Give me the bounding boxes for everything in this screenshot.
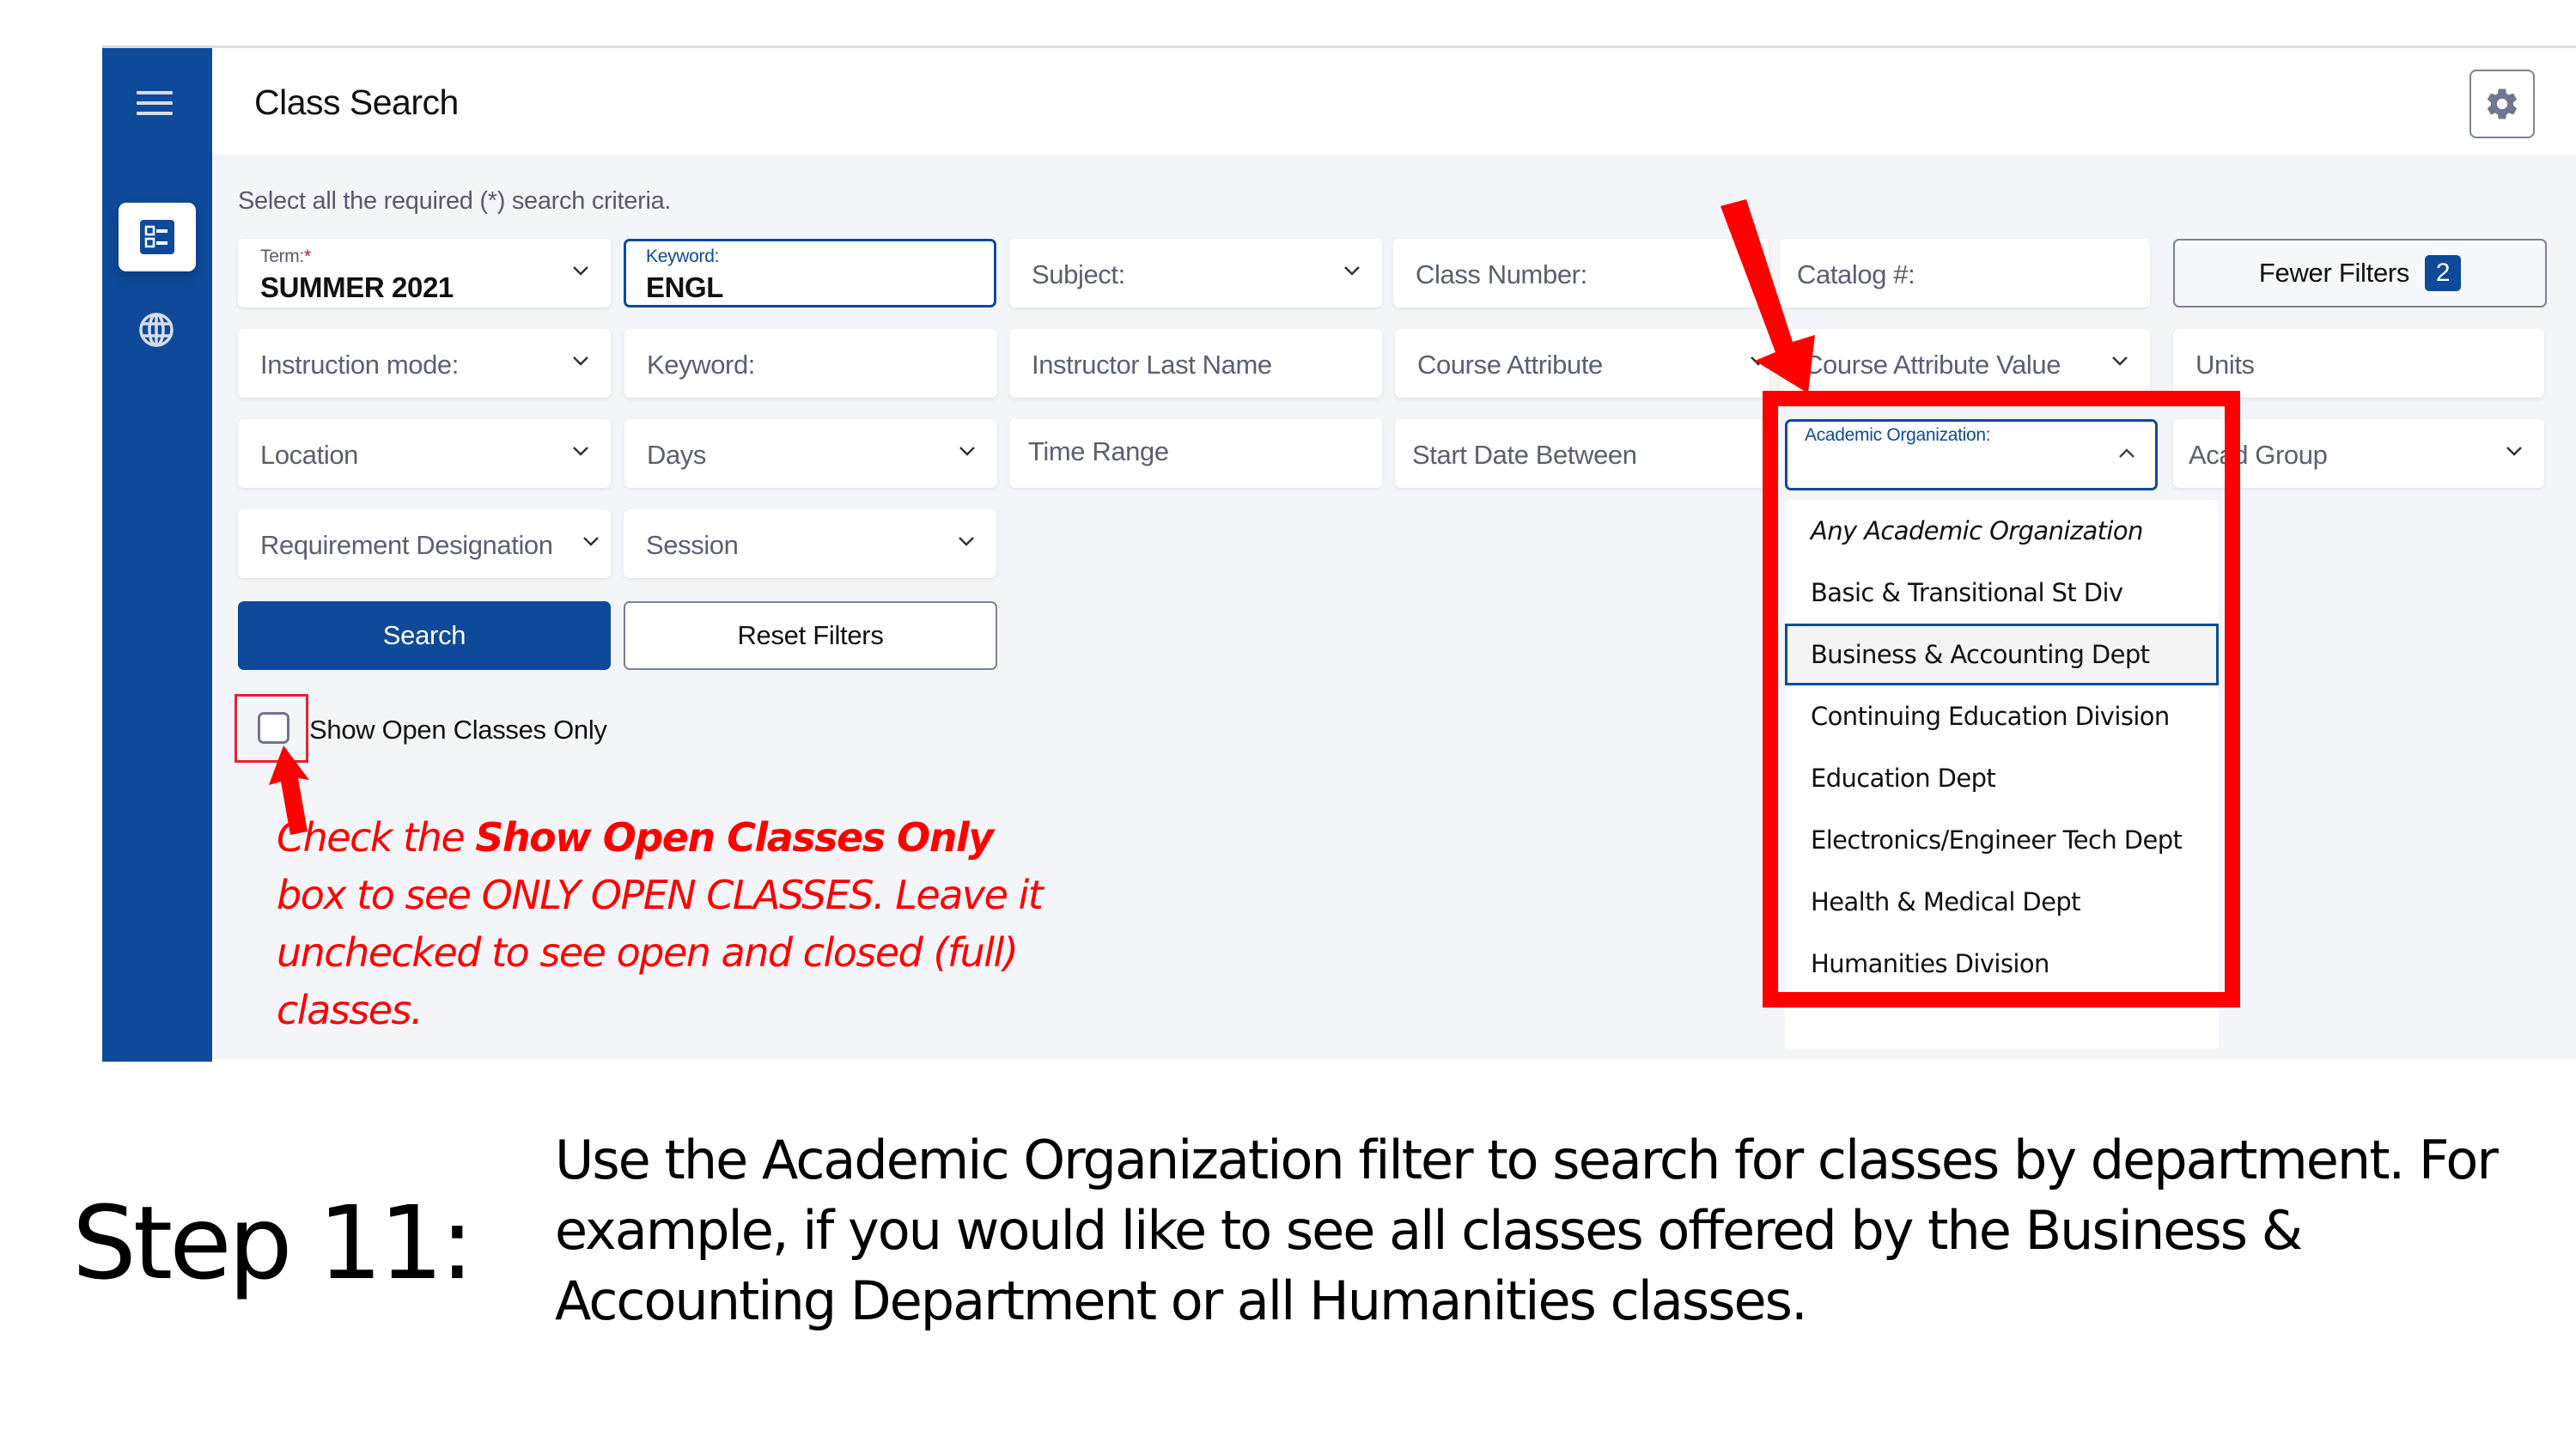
term-value: SUMMER 2021: [260, 271, 454, 303]
step-text-1: Use the: [555, 1129, 762, 1191]
annotation-text-1: Check the: [277, 814, 476, 861]
step-label: Step 11:: [72, 1184, 474, 1302]
fewer-filters-label: Fewer Filters: [2258, 258, 2410, 288]
session-placeholder: Session: [646, 530, 739, 560]
time-range-placeholder: Time Range: [1028, 436, 1169, 466]
units-placeholder: Units: [2195, 350, 2255, 380]
chevron-up-icon: [2119, 448, 2134, 458]
show-open-classes-checkbox[interactable]: [258, 712, 289, 744]
annotation-text-2: box to see ONLY OPEN CLASSES. Leave it u…: [277, 872, 1044, 1033]
chevron-down-icon: [583, 537, 599, 546]
keyword-placeholder: Keyword:: [647, 350, 756, 380]
session-select[interactable]: Session: [624, 509, 996, 578]
chevron-down-icon: [573, 356, 588, 366]
keyword-value: ENGL: [646, 271, 724, 303]
days-placeholder: Days: [647, 440, 707, 470]
start-date-placeholder: Start Date Between: [1412, 440, 1637, 470]
option-education-dept[interactable]: Education Dept: [1785, 747, 2219, 809]
step-text-bold: Academic Organization: [762, 1129, 1345, 1191]
instruction-mode-select[interactable]: Instruction mode:: [238, 329, 611, 398]
option-continuing-education[interactable]: Continuing Education Division: [1785, 685, 2219, 747]
reset-filters-button[interactable]: Reset Filters: [624, 601, 997, 670]
units-input[interactable]: Units: [2173, 329, 2544, 398]
chevron-down-icon: [2506, 447, 2522, 456]
search-button[interactable]: Search: [238, 601, 611, 670]
annotation-bold: Show Open Classes Only: [475, 814, 994, 861]
fewer-filters-button[interactable]: Fewer Filters 2: [2173, 239, 2547, 307]
sidebar: [102, 48, 212, 1062]
time-range-input[interactable]: Time Range: [1009, 419, 1382, 488]
keyword-label: Keyword:: [646, 247, 720, 266]
globe-icon[interactable]: [138, 312, 174, 348]
required-hint: Select all the required (*) search crite…: [238, 187, 672, 215]
academic-organization-label: Academic Organization:: [1805, 425, 1991, 445]
location-placeholder: Location: [260, 440, 359, 470]
class-search-icon: [140, 220, 174, 254]
academic-organization-select[interactable]: Academic Organization:: [1785, 419, 2158, 490]
option-any-academic-organization[interactable]: Any Academic Organization: [1785, 500, 2219, 562]
subject-placeholder: Subject:: [1032, 259, 1125, 289]
term-label: Term:*: [260, 247, 311, 266]
academic-organization-options: Any Academic Organization Basic & Transi…: [1785, 500, 2219, 1050]
chevron-down-icon: [1344, 266, 1360, 276]
catalog-number-input[interactable]: Catalog #:: [1780, 239, 2150, 307]
show-open-classes-label: Show Open Classes Only: [309, 715, 607, 745]
sidebar-item-class-search[interactable]: [119, 203, 196, 271]
instructor-last-name-input[interactable]: Instructor Last Name: [1009, 329, 1382, 398]
requirement-designation-placeholder: Requirement Designation: [260, 530, 553, 560]
term-select[interactable]: Term:* SUMMER 2021: [238, 239, 611, 307]
start-date-between-input[interactable]: Start Date Between: [1395, 419, 1769, 488]
option-humanities[interactable]: Humanities Division: [1785, 933, 2219, 995]
settings-button[interactable]: [2469, 70, 2535, 138]
option-business-accounting[interactable]: Business & Accounting Dept: [1785, 624, 2219, 685]
course-attribute-value-select[interactable]: Course Attribute Value: [1780, 329, 2150, 398]
chevron-down-icon: [573, 266, 588, 276]
step-description: Use the Academic Organization filter to …: [555, 1125, 2548, 1336]
class-number-placeholder: Class Number:: [1416, 259, 1587, 289]
instruction-mode-placeholder: Instruction mode:: [260, 350, 459, 380]
hamburger-menu-icon[interactable]: [137, 91, 173, 117]
option-basic-transitional[interactable]: Basic & Transitional St Div: [1785, 562, 2219, 624]
days-select[interactable]: Days: [624, 419, 997, 488]
annotation-arrow-dropdown: [1720, 199, 1815, 393]
chevron-down-icon: [2112, 356, 2128, 366]
acad-group-select[interactable]: Acad Group: [2173, 419, 2544, 488]
keyword-input[interactable]: Keyword:: [624, 329, 997, 398]
acad-group-placeholder: Acad Group: [2189, 440, 2328, 470]
course-attribute-value-placeholder: Course Attribute Value: [1804, 350, 2061, 380]
chevron-down-icon: [959, 447, 975, 456]
filter-count-badge: 2: [2425, 255, 2462, 291]
subject-select[interactable]: Subject:: [1009, 239, 1382, 307]
page-header: Class Search: [212, 48, 2576, 157]
location-select[interactable]: Location: [238, 419, 611, 488]
course-attribute-placeholder: Course Attribute: [1417, 350, 1603, 380]
checkbox-annotation: Check the Show Open Classes Only box to …: [277, 809, 1067, 1039]
option-electronics-engineer[interactable]: Electronics/Engineer Tech Dept: [1785, 809, 2219, 871]
gear-icon: [2487, 88, 2518, 119]
instructor-placeholder: Instructor Last Name: [1032, 350, 1272, 380]
chevron-down-icon: [573, 447, 588, 456]
page-title: Class Search: [254, 82, 459, 122]
class-number-input[interactable]: Class Number:: [1393, 239, 1769, 307]
option-health-medical[interactable]: Health & Medical Dept: [1785, 871, 2219, 933]
requirement-designation-select[interactable]: Requirement Designation: [238, 509, 611, 578]
keyword-input-active[interactable]: Keyword: ENGL: [624, 239, 996, 307]
chevron-down-icon: [959, 537, 974, 546]
